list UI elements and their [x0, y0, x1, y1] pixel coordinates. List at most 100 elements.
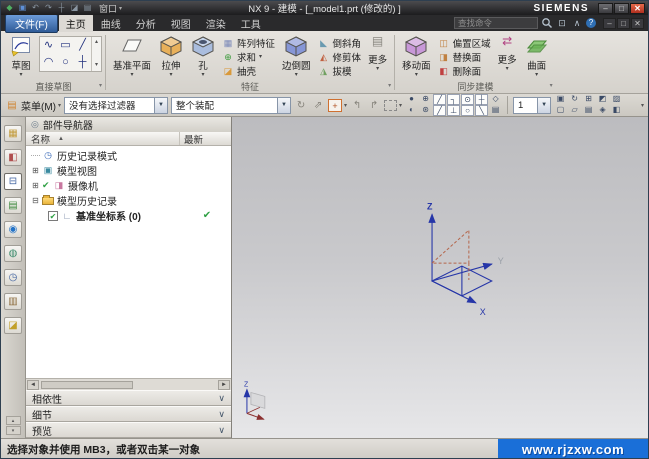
undo-icon[interactable]: ↶	[30, 3, 41, 13]
part-navigator-tab[interactable]: ⊟	[4, 173, 22, 190]
draft-button[interactable]: ◮ 拔模	[315, 64, 365, 78]
trim-body-button[interactable]: ◭ 修剪体	[315, 50, 365, 64]
redo-icon[interactable]: ↷	[43, 3, 54, 13]
doc-restore-button[interactable]: □	[617, 17, 630, 29]
snap-scatter-icon[interactable]: ⊕	[419, 94, 432, 105]
replace-face-button[interactable]: ◨ 替换面	[435, 50, 494, 64]
point-tool[interactable]: ┼	[74, 54, 91, 71]
tab-view[interactable]: 视图	[164, 14, 198, 32]
file-menu-button[interactable]: 文件(F)	[5, 13, 58, 33]
paste-icon[interactable]: ▤	[82, 3, 93, 13]
scroll-left-icon[interactable]: ◄	[27, 379, 39, 390]
chamfer-button[interactable]: ◣ 倒斜角	[315, 36, 365, 50]
chevron-expand-icon[interactable]: ∨	[218, 425, 225, 436]
snap-circle-icon[interactable]: ○	[461, 105, 475, 116]
extrude-button[interactable]: 拉伸 ▾	[155, 32, 187, 78]
snap-midline-icon[interactable]: ╱	[433, 105, 447, 116]
combo-dropdown-icon[interactable]: ▼	[537, 97, 551, 113]
snap-face-icon[interactable]: ◇	[489, 94, 502, 105]
next-selection-icon[interactable]: ↱	[367, 99, 381, 112]
help-icon[interactable]: ?	[586, 18, 596, 28]
snap-stack-icon[interactable]: ▤	[489, 105, 502, 116]
resource-scroll-down[interactable]: ▾	[5, 426, 21, 435]
spline-tool[interactable]: ∿	[40, 37, 57, 54]
shaded-view-icon[interactable]: ◩	[596, 94, 609, 105]
reuse-library-tab[interactable]: ▤	[4, 197, 22, 214]
command-search-input[interactable]	[454, 17, 538, 29]
offset-region-button[interactable]: ◫ 偏置区域	[435, 36, 494, 50]
datum-csys[interactable]: Z Y X	[427, 201, 504, 316]
menu-dropdown-button[interactable]: ▤ 菜单(M) ▾	[5, 98, 61, 113]
minimize-button[interactable]: –	[598, 2, 613, 14]
palette-scroll-up[interactable]: ▴	[92, 37, 101, 48]
checkbox-checked-icon[interactable]: ✔	[48, 210, 58, 221]
selection-filter-combo[interactable]: 没有选择过滤器 ▼	[64, 96, 169, 114]
dialog-launcher-icon[interactable]: ▾	[388, 82, 391, 89]
snap-sphere-icon[interactable]: ◐	[405, 105, 418, 116]
selection-scope-combo[interactable]: 整个装配 ▼	[171, 96, 292, 114]
pattern-feature-button[interactable]: ▦ 阵列特征	[219, 36, 278, 50]
sketch-button[interactable]: 草图 ▾	[5, 32, 37, 78]
render-style-icon[interactable]: ◈	[596, 105, 609, 116]
tree-item-datum-csys[interactable]: ✔ ∟ 基准坐标系 (0) ✔	[26, 208, 231, 223]
shell-button[interactable]: ◪ 抽壳	[219, 64, 278, 78]
arc-tool[interactable]: ◠	[40, 54, 57, 71]
chevron-expand-icon[interactable]: ∨	[218, 409, 225, 420]
collapse-icon[interactable]: ⊟	[31, 196, 40, 205]
orient-view-icon[interactable]: ◧	[610, 105, 623, 116]
grid-icon[interactable]: ⊞	[582, 94, 595, 105]
toolbar-overflow-icon[interactable]: ▾	[641, 102, 644, 109]
snap-center-icon[interactable]: ⊙	[461, 94, 475, 105]
tree-item-cameras[interactable]: ⊞ ✔ ◨ 摄像机	[26, 178, 231, 193]
maximize-button[interactable]: □	[614, 2, 629, 14]
prev-selection-icon[interactable]: ↰	[350, 99, 364, 112]
tree-item-history-mode[interactable]: ◷ 历史记录模式	[26, 148, 231, 163]
lasso-button[interactable]: ▾	[384, 99, 402, 111]
window-view-icon[interactable]: ▣	[554, 94, 567, 105]
copy-icon[interactable]: ◪	[69, 3, 80, 13]
scrollbar-thumb[interactable]	[41, 380, 133, 389]
minimize-ribbon-icon[interactable]: ∧	[571, 17, 583, 29]
snap-gear-icon[interactable]: ⊛	[419, 105, 432, 116]
tree-item-model-history[interactable]: ⊟ 模型历史记录	[26, 193, 231, 208]
edge-blend-button[interactable]: 边倒圆 ▾	[278, 32, 315, 78]
sort-ascending-icon[interactable]: ▲	[58, 136, 64, 142]
tab-curve[interactable]: 曲线	[94, 14, 128, 32]
window-menu[interactable]: 窗口 ▾	[99, 2, 122, 15]
tab-home[interactable]: 主页	[58, 14, 93, 32]
line-tool[interactable]: ╱	[74, 37, 91, 54]
snap-ball-icon[interactable]: ●	[405, 94, 418, 105]
dialog-launcher-icon[interactable]: ▾	[550, 82, 553, 89]
snap-endpoint-icon[interactable]: ╱	[433, 94, 447, 105]
constraint-navigator-tab[interactable]: ◧	[4, 149, 22, 166]
brush-icon[interactable]: ▱	[568, 105, 581, 116]
doc-minimize-button[interactable]: –	[603, 17, 616, 29]
history-tab[interactable]: ◷	[4, 269, 22, 286]
surface-button[interactable]: 曲面 ▾	[521, 32, 553, 78]
section-preview[interactable]: 预览 ∨	[26, 422, 231, 438]
resource-scroll-up[interactable]: ▴	[5, 416, 21, 425]
expand-icon[interactable]: ⊞	[31, 181, 40, 190]
expand-icon[interactable]: ⊞	[31, 166, 40, 175]
navigator-hscrollbar[interactable]: ◄ ►	[26, 378, 231, 390]
hole-button[interactable]: 孔 ▾	[187, 32, 219, 78]
column-latest-label[interactable]: 最新	[179, 132, 231, 146]
section-dependencies[interactable]: 相依性 ∨	[26, 390, 231, 406]
cut-icon[interactable]: ┼	[56, 3, 67, 13]
column-name-label[interactable]: 名称	[31, 132, 50, 146]
combo-dropdown-icon[interactable]: ▼	[277, 97, 291, 113]
scroll-right-icon[interactable]: ►	[218, 379, 230, 390]
snap-point-icon[interactable]: ┼	[475, 94, 489, 105]
refresh-icon[interactable]: ↻	[568, 94, 581, 105]
close-button[interactable]: ✕	[630, 2, 645, 14]
general-selection-button[interactable]: + ▾	[328, 98, 347, 112]
process-studio-tab[interactable]: ▥	[4, 293, 22, 310]
assembly-navigator-tab[interactable]: ▦	[4, 125, 22, 142]
pin-icon[interactable]: ◎	[31, 119, 39, 130]
more-sync-button[interactable]: ⇄ 更多 ▾	[494, 32, 521, 72]
section-details[interactable]: 细节 ∨	[26, 406, 231, 422]
search-icon[interactable]	[541, 17, 553, 29]
work-layer-combo[interactable]: 1 ▼	[513, 96, 552, 114]
save-icon[interactable]: ▣	[17, 3, 28, 13]
more-feature-button[interactable]: ▤ 更多 ▾	[364, 32, 391, 72]
